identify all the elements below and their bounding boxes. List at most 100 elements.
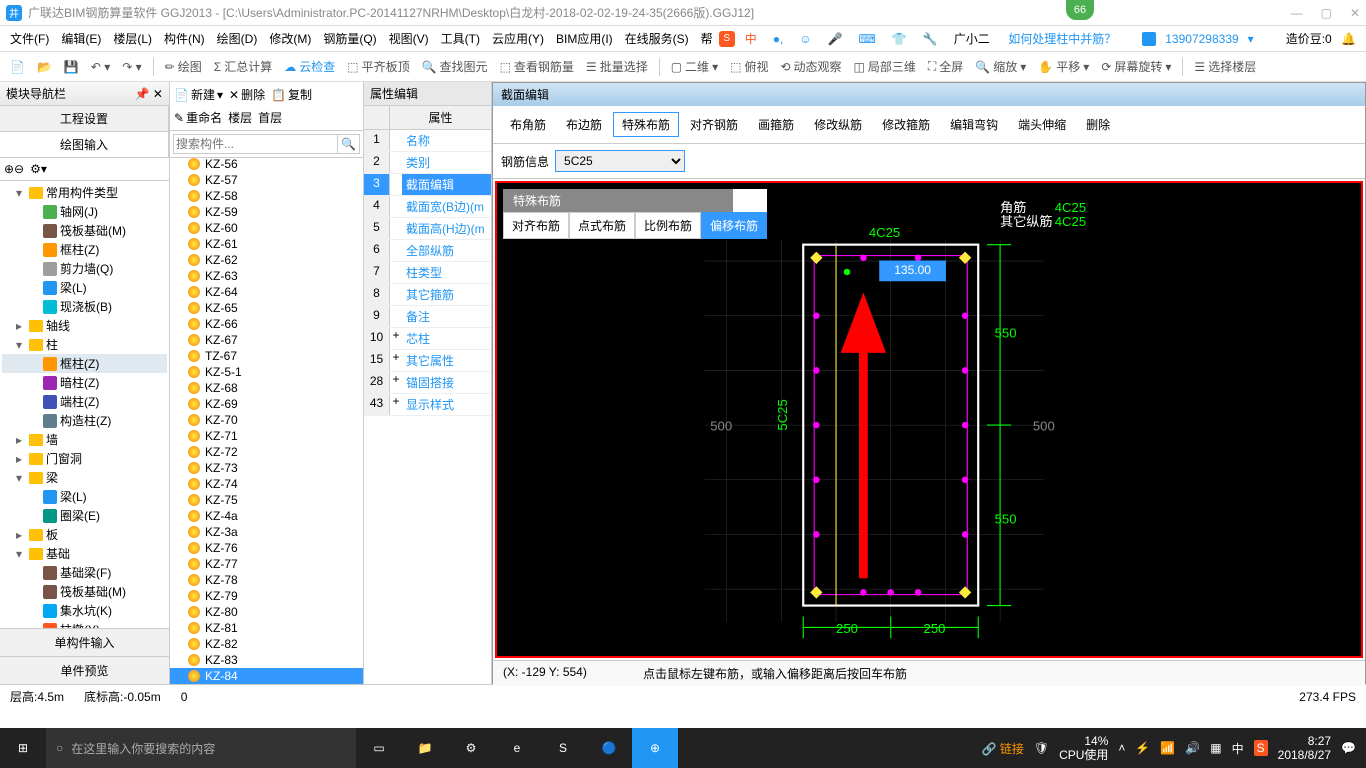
list-item[interactable]: KZ-78 [170, 572, 363, 588]
action-center-icon[interactable]: 💬 [1341, 741, 1356, 755]
app-iobit[interactable]: ⚙ [448, 728, 494, 768]
close-button[interactable]: ✕ [1350, 6, 1360, 20]
tray-ime-zh[interactable]: 中 [1232, 740, 1244, 757]
align-top-button[interactable]: ⬚ 平齐板顶 [343, 58, 413, 75]
menu-rebar[interactable]: 钢筋量(Q) [317, 30, 382, 47]
list-item[interactable]: KZ-80 [170, 604, 363, 620]
property-row[interactable]: 6全部纵筋 [364, 240, 491, 262]
view-2d-button[interactable]: ▢ 二维 ▾ [667, 58, 722, 75]
rename-button[interactable]: ✎ 重命名 [174, 109, 222, 126]
taskbar-clock[interactable]: 8:272018/8/27 [1278, 734, 1331, 763]
list-item[interactable]: KZ-62 [170, 252, 363, 268]
open-file-button[interactable]: 📂 [33, 60, 56, 74]
list-item[interactable]: KZ-81 [170, 620, 363, 636]
local-3d-button[interactable]: ◫ 局部三维 [850, 58, 920, 75]
copy-component-button[interactable]: 📋 复制 [271, 86, 312, 103]
tree-item[interactable]: 现浇板(B) [2, 297, 167, 316]
tree-config-icon[interactable]: ⚙▾ [30, 162, 47, 176]
search-button[interactable]: 🔍 [338, 134, 360, 154]
property-row[interactable]: 3截面编辑 [364, 174, 491, 196]
ime-keyboard-icon[interactable]: ⌨ [853, 32, 882, 46]
ime-skin-icon[interactable]: 👕 [886, 32, 913, 46]
list-item[interactable]: KZ-5-1 [170, 364, 363, 380]
tray-power-icon[interactable]: ⚡ [1135, 741, 1150, 755]
ime-zh-icon[interactable]: 中 [739, 30, 763, 47]
price-label[interactable]: 造价豆:0 🔔 [1274, 30, 1362, 47]
section-tab[interactable]: 画箍筋 [749, 112, 803, 137]
select-floor-button[interactable]: ☰ 选择楼层 [1190, 58, 1260, 75]
list-item[interactable]: TZ-67 [170, 348, 363, 364]
property-row[interactable]: 43+显示样式 [364, 394, 491, 416]
menu-modify[interactable]: 修改(M) [263, 30, 317, 47]
user-account[interactable]: 13907298339 ▾ [1136, 32, 1259, 46]
list-item[interactable]: KZ-73 [170, 460, 363, 476]
list-item[interactable]: KZ-56 [170, 158, 363, 172]
tree-item[interactable]: 筏板基础(M) [2, 582, 167, 601]
single-input-button[interactable]: 单构件输入 [0, 628, 169, 656]
list-item[interactable]: KZ-83 [170, 652, 363, 668]
tree-item[interactable]: 端柱(Z) [2, 392, 167, 411]
tray-360-icon[interactable]: 🛡 [1034, 741, 1049, 755]
ime-smile-icon[interactable]: ☺ [793, 32, 817, 46]
ime-user[interactable]: 广小二 [948, 30, 996, 47]
sub-tab[interactable]: 点式布筋 [569, 212, 635, 239]
tree-item[interactable]: ▾基础 [2, 544, 167, 563]
tray-network-icon[interactable]: 📶 [1160, 741, 1175, 755]
list-item[interactable]: KZ-70 [170, 412, 363, 428]
menu-view[interactable]: 视图(V) [383, 30, 435, 47]
tab-draw-input[interactable]: 绘图输入 [0, 132, 169, 157]
tree-item[interactable]: 梁(L) [2, 278, 167, 297]
minimize-button[interactable]: — [1291, 6, 1303, 20]
tree-item[interactable]: ▾柱 [2, 335, 167, 354]
property-row[interactable]: 2类别 [364, 152, 491, 174]
tray-sogou-icon[interactable]: S [1254, 740, 1268, 756]
tree-item[interactable]: 轴网(J) [2, 202, 167, 221]
menu-tools[interactable]: 工具(T) [435, 30, 486, 47]
tree-item[interactable]: 剪力墙(Q) [2, 259, 167, 278]
list-item[interactable]: KZ-76 [170, 540, 363, 556]
draw-button[interactable]: ✏ 绘图 [161, 58, 206, 75]
sogou-icon[interactable]: S [719, 31, 735, 47]
list-item[interactable]: KZ-75 [170, 492, 363, 508]
pan-button[interactable]: ✋ 平移 ▾ [1034, 58, 1093, 75]
section-tab[interactable]: 删除 [1077, 112, 1119, 137]
tree-item[interactable]: 基础梁(F) [2, 563, 167, 582]
single-preview-button[interactable]: 单件预览 [0, 656, 169, 684]
list-item[interactable]: KZ-71 [170, 428, 363, 444]
save-button[interactable]: 💾 [60, 60, 83, 74]
list-item[interactable]: KZ-64 [170, 284, 363, 300]
find-button[interactable]: 🔍 查找图元 [418, 58, 492, 75]
tree-item[interactable]: ▸轴线 [2, 316, 167, 335]
ime-dot-icon[interactable]: ●, [767, 32, 790, 46]
tab-project-settings[interactable]: 工程设置 [0, 106, 169, 131]
section-tab[interactable]: 布角筋 [501, 112, 555, 137]
search-input[interactable] [173, 134, 338, 154]
app-sogou[interactable]: S [540, 728, 586, 768]
list-item[interactable]: KZ-3a [170, 524, 363, 540]
tree-item[interactable]: 柱墩(Y) [2, 620, 167, 628]
property-row[interactable]: 9备注 [364, 306, 491, 328]
property-row[interactable]: 5截面高(H边)(m [364, 218, 491, 240]
pin-icon[interactable]: 📌 ✕ [135, 87, 163, 101]
list-item[interactable]: KZ-59 [170, 204, 363, 220]
list-item[interactable]: KZ-74 [170, 476, 363, 492]
ime-mic-icon[interactable]: 🎤 [822, 32, 849, 46]
tree-item[interactable]: ▸板 [2, 525, 167, 544]
rebar-info-select[interactable]: 5C25 [555, 150, 685, 172]
zoom-button[interactable]: 🔍 缩放 ▾ [971, 58, 1030, 75]
offset-input[interactable] [880, 261, 946, 281]
redo-button[interactable]: ↷ ▾ [118, 60, 145, 74]
list-item[interactable]: KZ-4a [170, 508, 363, 524]
property-row[interactable]: 7柱类型 [364, 262, 491, 284]
batch-select-button[interactable]: ☰ 批量选择 [582, 58, 652, 75]
menu-edit[interactable]: 编辑(E) [55, 30, 107, 47]
tree-item[interactable]: 框柱(Z) [2, 354, 167, 373]
list-item[interactable]: KZ-72 [170, 444, 363, 460]
floor-button[interactable]: 楼层 [228, 109, 252, 126]
list-item[interactable]: KZ-63 [170, 268, 363, 284]
section-canvas[interactable]: 特殊布筋 对齐布筋点式布筋比例布筋偏移布筋 [495, 181, 1363, 658]
view-rebar-button[interactable]: ⬚ 查看钢筋量 [496, 58, 578, 75]
property-row[interactable]: 28+锚固搭接 [364, 372, 491, 394]
menu-cloud[interactable]: 云应用(Y) [486, 30, 550, 47]
section-tab[interactable]: 修改纵筋 [805, 112, 871, 137]
